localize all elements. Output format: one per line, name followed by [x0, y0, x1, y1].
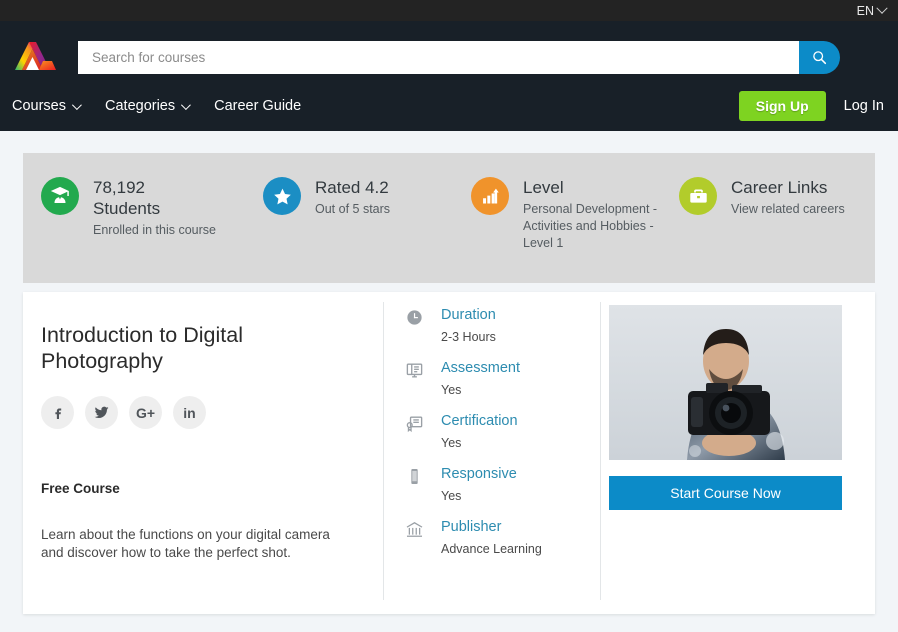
stat-career-links[interactable]: Career Links View related careers — [661, 177, 875, 283]
detail-value: Advance Learning — [441, 542, 542, 556]
stat-title-line1: Career Links — [731, 178, 828, 197]
twitter-icon — [94, 406, 109, 419]
search-button[interactable] — [799, 40, 840, 74]
course-description: Learn about the functions on your digita… — [41, 527, 330, 560]
stat-title-line1: Rated 4.2 — [315, 178, 389, 197]
header-nav-row: Courses Categories Career Guide Sign Up … — [0, 81, 898, 131]
language-selector[interactable]: EN — [856, 2, 888, 18]
stat-text: 78,192 Students Enrolled in this course — [93, 177, 216, 283]
site-logo[interactable] — [12, 37, 58, 77]
stat-title-line1: 78,192 — [93, 178, 145, 197]
main-navigation: Courses Categories Career Guide — [12, 98, 301, 114]
share-linkedin-button[interactable]: in — [173, 396, 206, 429]
course-summary-column: Introduction to Digital Photography G+ i… — [23, 292, 383, 614]
detail-label[interactable]: Responsive — [441, 465, 517, 484]
detail-duration: Duration 2-3 Hours — [403, 306, 600, 345]
bar-chart-icon — [482, 188, 499, 203]
search-icon — [813, 50, 827, 64]
detail-text: Certification Yes — [441, 412, 518, 451]
nav-item-courses[interactable]: Courses — [12, 98, 82, 114]
assessment-icon — [403, 361, 425, 383]
share-twitter-button[interactable] — [85, 396, 118, 429]
stat-subtitle: Out of 5 stars — [315, 202, 391, 216]
stat-subtitle: View related careers — [731, 202, 845, 216]
social-share-buttons: G+ in — [41, 396, 363, 429]
certificate-icon — [403, 414, 425, 436]
language-label: EN — [856, 3, 874, 18]
facebook-icon — [54, 408, 61, 419]
stat-subtitle: Enrolled in this course — [93, 223, 216, 237]
stat-title-line2: Students — [93, 199, 161, 218]
chevron-down-icon — [71, 99, 82, 110]
course-image — [609, 305, 842, 460]
search-input[interactable] — [78, 40, 799, 74]
briefcase-icon — [689, 189, 707, 203]
site-header: Courses Categories Career Guide Sign Up … — [0, 21, 898, 131]
course-stats-bar: 78,192 Students Enrolled in this course … — [23, 153, 875, 283]
search-bar — [78, 40, 840, 74]
share-facebook-button[interactable] — [41, 396, 74, 429]
chevron-down-icon — [876, 2, 888, 14]
detail-text: Duration 2-3 Hours — [441, 306, 496, 345]
start-course-button[interactable]: Start Course Now — [609, 476, 842, 510]
star-icon — [273, 188, 291, 204]
nav-item-career-guide[interactable]: Career Guide — [214, 98, 301, 114]
detail-value: 2-3 Hours — [441, 330, 496, 344]
clock-icon — [403, 308, 425, 330]
stat-text: Rated 4.2 Out of 5 stars — [315, 177, 390, 283]
stat-icon-circle — [263, 177, 301, 215]
share-google-plus-button[interactable]: G+ — [129, 396, 162, 429]
course-media-column: Start Course Now — [601, 292, 875, 614]
header-top-row — [0, 21, 898, 81]
detail-publisher: Publisher Advance Learning — [403, 518, 600, 557]
sign-up-button[interactable]: Sign Up — [738, 91, 826, 121]
stat-text: Career Links View related careers — [731, 177, 845, 283]
detail-label[interactable]: Publisher — [441, 518, 542, 537]
mobile-icon — [403, 467, 425, 489]
detail-value: Yes — [441, 436, 462, 450]
site-logo-icon — [15, 42, 56, 70]
stat-subtitle: Personal Development - Activities and Ho… — [523, 202, 658, 250]
stat-text: Level Personal Development - Activities … — [523, 177, 661, 283]
google-plus-icon: G+ — [135, 404, 156, 421]
bank-icon — [403, 520, 425, 542]
detail-responsive: Responsive Yes — [403, 465, 600, 504]
nav-item-categories[interactable]: Categories — [105, 98, 191, 114]
detail-text: Assessment Yes — [441, 359, 520, 398]
chevron-down-icon — [181, 99, 191, 110]
detail-assessment: Assessment Yes — [403, 359, 600, 398]
stat-title-line1: Level — [523, 178, 564, 197]
detail-label[interactable]: Certification — [441, 412, 518, 431]
course-detail-card: Introduction to Digital Photography G+ i… — [23, 292, 875, 614]
course-attributes-column: Duration 2-3 Hours Assessment Yes Certif… — [384, 292, 600, 614]
detail-text: Responsive Yes — [441, 465, 517, 504]
nav-label-career-guide: Career Guide — [214, 98, 302, 114]
detail-label[interactable]: Assessment — [441, 359, 520, 378]
nav-label-courses: Courses — [12, 98, 66, 114]
stat-rating: Rated 4.2 Out of 5 stars — [245, 177, 453, 283]
stat-icon-circle — [679, 177, 717, 215]
stat-icon-circle — [471, 177, 509, 215]
detail-value: Yes — [441, 383, 462, 397]
log-in-link[interactable]: Log In — [844, 98, 884, 114]
page-title: Introduction to Digital Photography — [41, 323, 243, 373]
graduate-cap-icon — [50, 186, 69, 204]
stat-level: Level Personal Development - Activities … — [453, 177, 661, 283]
nav-label-categories: Categories — [105, 98, 176, 114]
course-photo-illustration — [609, 305, 842, 460]
detail-value: Yes — [441, 489, 462, 503]
course-price-label: Free Course — [41, 481, 120, 496]
detail-certification: Certification Yes — [403, 412, 600, 451]
stat-icon-circle — [41, 177, 79, 215]
detail-label[interactable]: Duration — [441, 306, 496, 325]
stat-students: 78,192 Students Enrolled in this course — [23, 177, 245, 283]
top-utility-bar: EN — [0, 0, 898, 21]
detail-text: Publisher Advance Learning — [441, 518, 542, 557]
header-account-actions: Sign Up Log In — [738, 91, 884, 121]
linkedin-icon: in — [183, 404, 196, 421]
